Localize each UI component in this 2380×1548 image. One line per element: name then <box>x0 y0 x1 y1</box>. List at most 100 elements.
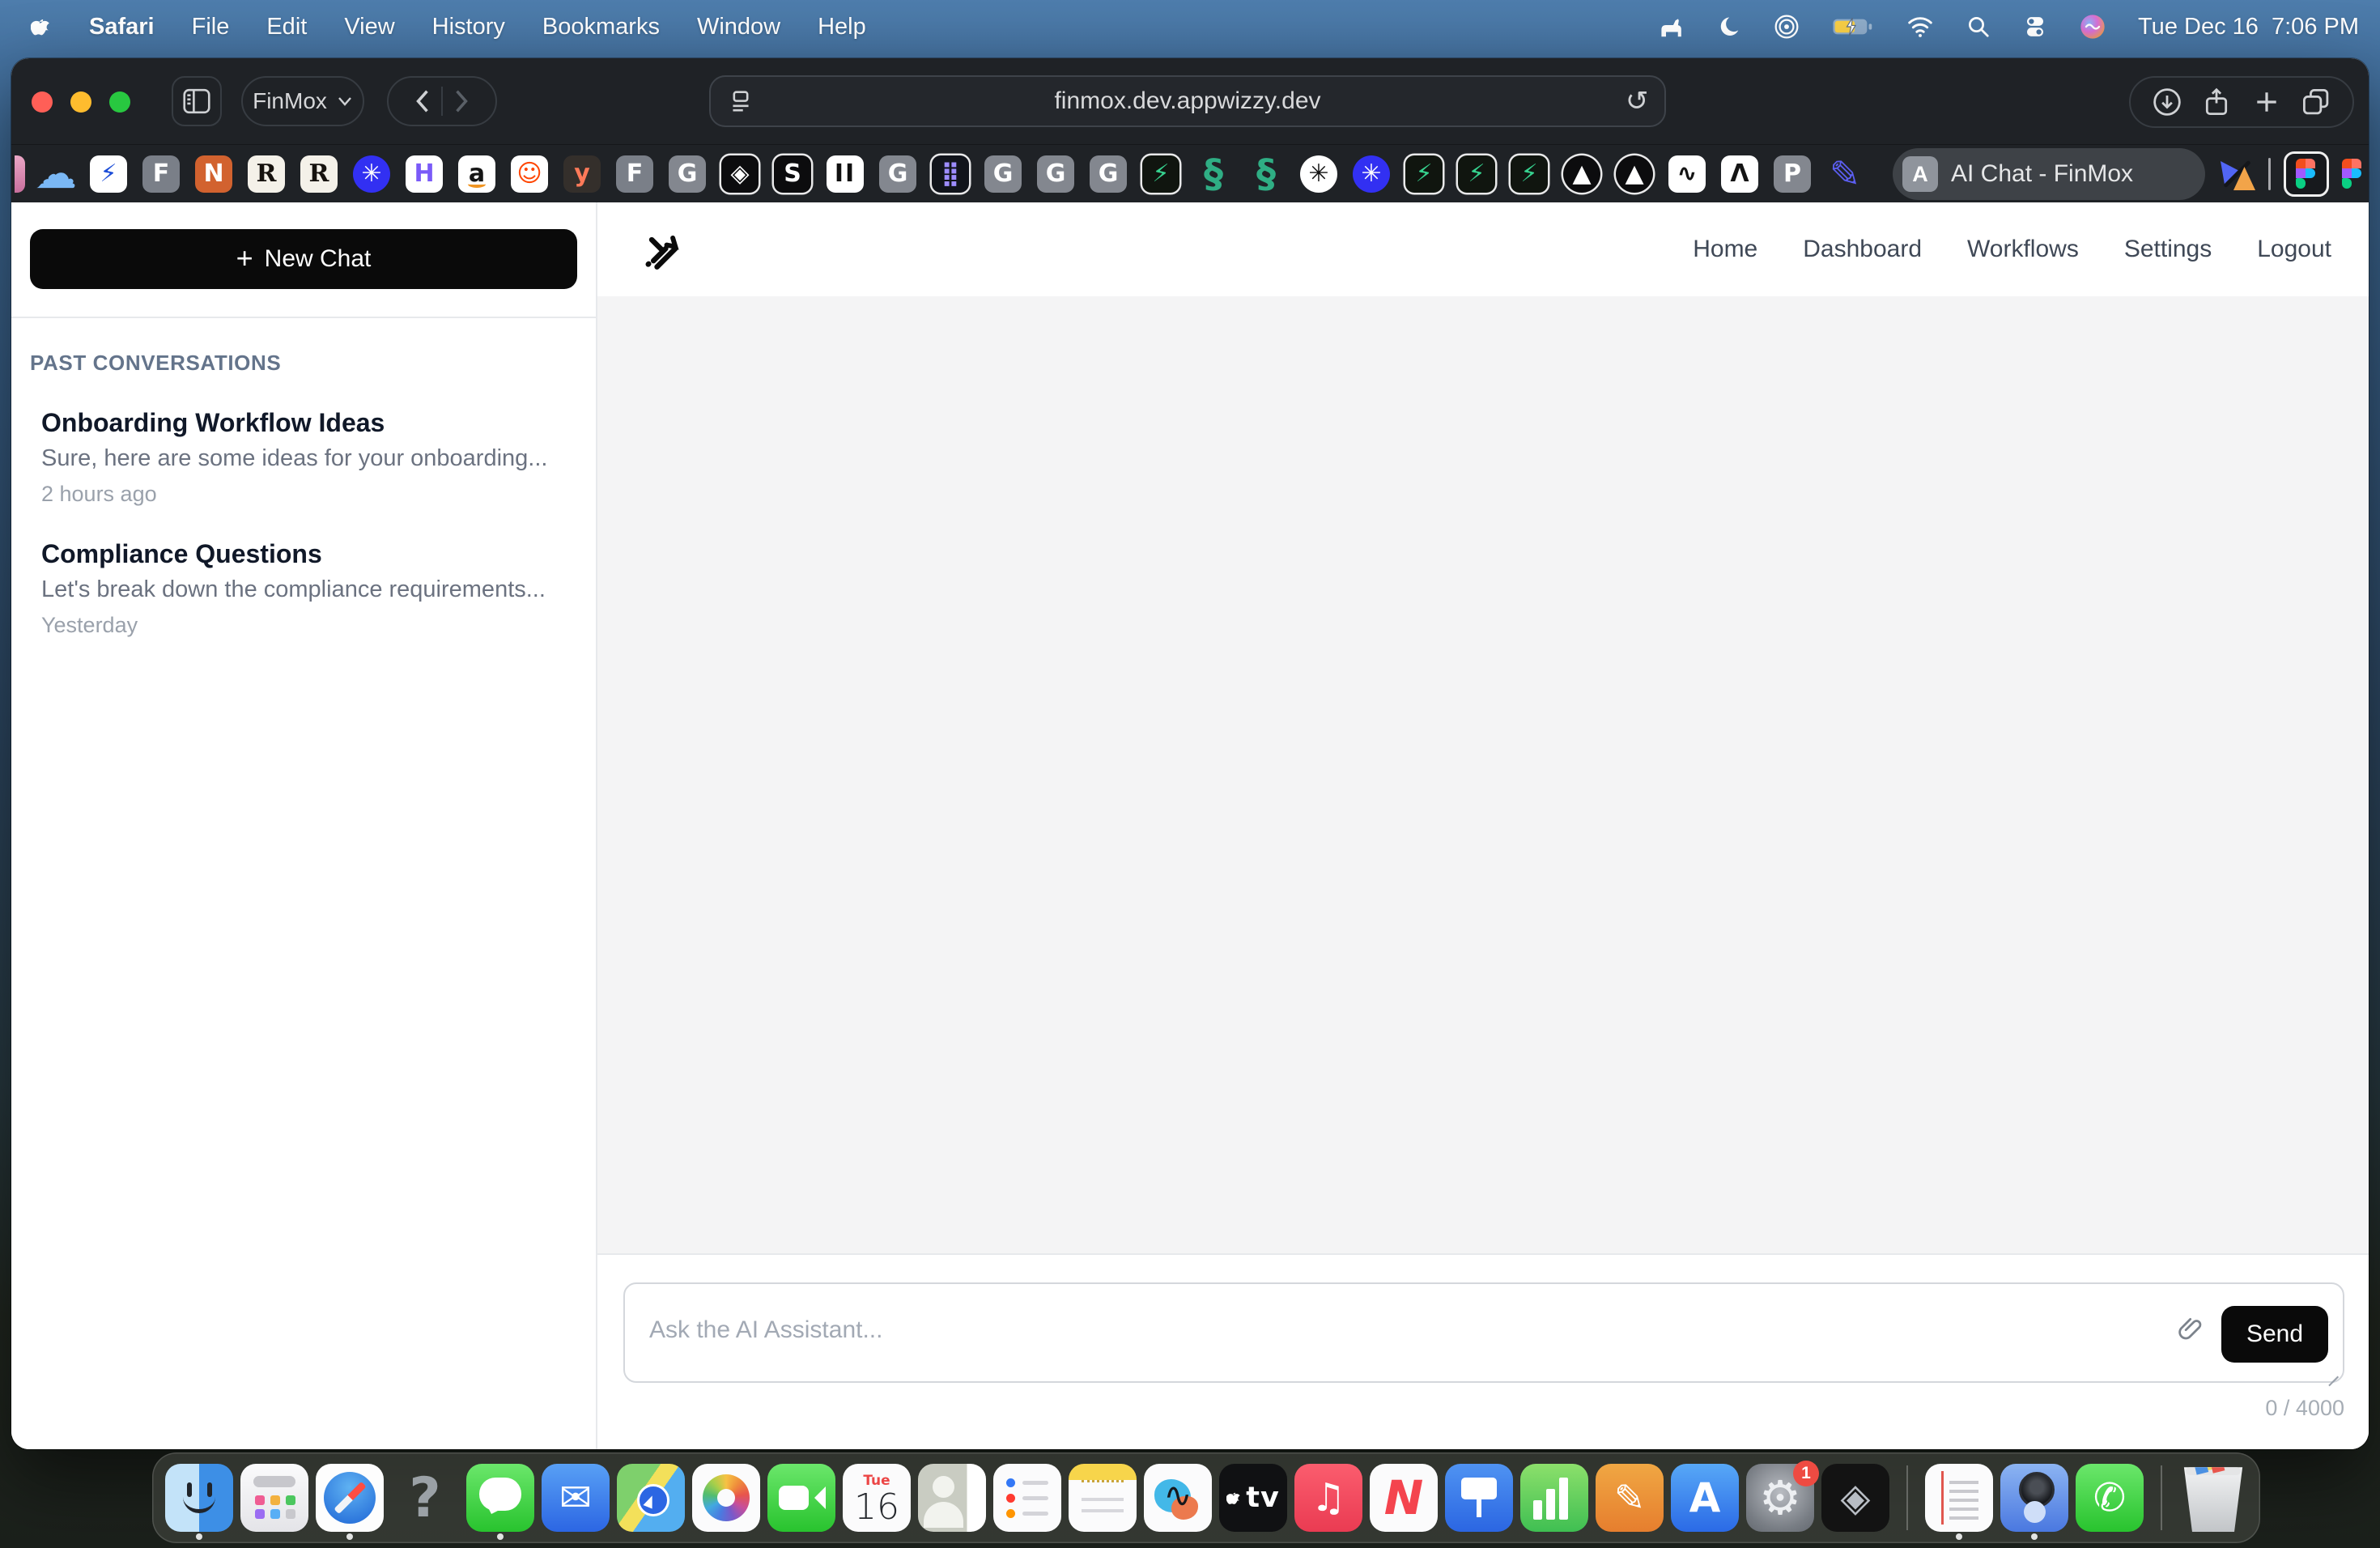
favicon-bolt-green[interactable]: ⚡ <box>1511 155 1548 193</box>
dock-item-finder[interactable] <box>165 1452 233 1543</box>
dock-item-mail[interactable]: ✉ <box>542 1452 610 1543</box>
dock-item-keynote[interactable] <box>1445 1452 1513 1543</box>
zoom-window-button[interactable] <box>109 91 130 113</box>
forward-button[interactable] <box>451 89 472 113</box>
dock-item-app-store[interactable]: A <box>1671 1452 1739 1543</box>
favicon-letter-g[interactable]: G <box>879 155 916 193</box>
dock-item-apple-tv[interactable]: tv <box>1219 1452 1287 1543</box>
moon-icon[interactable] <box>1717 15 1741 39</box>
dock-item-notes[interactable] <box>1069 1452 1137 1543</box>
menu-item-history[interactable]: History <box>432 14 505 40</box>
favicon-letter-s[interactable]: S <box>774 155 811 193</box>
menu-item-file[interactable]: File <box>192 14 230 40</box>
favicon-swoosh[interactable]: ∿ <box>1668 155 1706 193</box>
chat-input[interactable] <box>625 1284 2343 1381</box>
favicon-diamond[interactable]: ◈ <box>721 155 759 193</box>
favicon-letter-r[interactable]: R <box>300 155 338 193</box>
nav-link-workflows[interactable]: Workflows <box>1967 236 2079 263</box>
menu-item-help[interactable]: Help <box>818 14 866 40</box>
search-icon[interactable] <box>1966 15 1991 39</box>
llama-icon[interactable] <box>1657 15 1685 39</box>
favicon-letter-g[interactable]: G <box>1090 155 1127 193</box>
dock-item-maps[interactable] <box>617 1452 685 1543</box>
dock-item-news[interactable]: N <box>1370 1452 1438 1543</box>
send-button[interactable]: Send <box>2221 1306 2328 1363</box>
resize-handle[interactable] <box>2325 1363 2340 1378</box>
favicon-cloud[interactable]: ☁ <box>37 155 74 193</box>
dock-item-calendar[interactable]: Tue16 <box>843 1452 911 1543</box>
dock-item-textedit[interactable] <box>1925 1452 1993 1543</box>
wand-icon[interactable] <box>2220 156 2255 192</box>
minimize-window-button[interactable] <box>70 91 91 113</box>
favicon-openai-blue[interactable]: ✳ <box>1353 155 1390 193</box>
dock-item-photo-booth[interactable] <box>2000 1452 2068 1543</box>
menu-item-view[interactable]: View <box>344 14 394 40</box>
favicon-openai-blue[interactable]: ✳ <box>353 155 390 193</box>
battery-charging-icon[interactable] <box>1832 15 1874 39</box>
downloads-icon[interactable] <box>2152 87 2182 117</box>
dock-item-contacts[interactable] <box>918 1452 986 1543</box>
favicon-triangle-dark[interactable]: ▲ <box>1563 155 1600 193</box>
dock-item-music[interactable]: ♫ <box>1294 1452 1362 1543</box>
favicon-pen[interactable]: ✎ <box>1826 155 1864 193</box>
dock-item-facetime[interactable] <box>767 1452 835 1543</box>
favicon-bolt-green[interactable]: ⚡ <box>1458 155 1495 193</box>
dock-item-pages[interactable]: ✎ <box>1596 1452 1664 1543</box>
active-tab[interactable]: A AI Chat - FinMox <box>1893 148 2205 200</box>
favicon-swirl-green[interactable]: § <box>1195 155 1232 193</box>
new-tab-icon[interactable] <box>2251 87 2282 117</box>
menu-item-edit[interactable]: Edit <box>266 14 307 40</box>
favicon-bolt-green[interactable]: ⚡ <box>1405 155 1443 193</box>
dock-item-reminders[interactable] <box>993 1452 1061 1543</box>
dock-item-phone[interactable]: ✆ <box>2076 1452 2144 1543</box>
favicon-sailboat[interactable]: Λ <box>1721 155 1758 193</box>
conversation-item[interactable]: Compliance QuestionsLet's break down the… <box>30 507 577 638</box>
menu-item-window[interactable]: Window <box>697 14 780 40</box>
favicon-hubspot[interactable]: y <box>563 155 601 193</box>
attachment-icon[interactable] <box>2176 1315 2204 1348</box>
dock-item-missing-app[interactable]: ? <box>391 1452 459 1543</box>
share-icon[interactable] <box>2201 87 2232 117</box>
siri-icon[interactable] <box>2080 14 2106 40</box>
nav-link-logout[interactable]: Logout <box>2257 236 2331 263</box>
wifi-icon[interactable] <box>1906 15 1934 38</box>
address-bar[interactable]: finmox.dev.appwizzy.dev ↻ <box>709 75 1666 127</box>
dock-item-system-settings[interactable]: ⚙1 <box>1746 1452 1814 1543</box>
back-button[interactable] <box>412 89 433 113</box>
favicon-triangle-dark[interactable]: ▲ <box>1616 155 1653 193</box>
dock-item-numbers[interactable] <box>1520 1452 1588 1543</box>
close-window-button[interactable] <box>32 91 53 113</box>
reload-icon[interactable]: ↻ <box>1626 85 1649 117</box>
favicon-letter-p[interactable]: P <box>1774 155 1811 193</box>
figma-icon-active[interactable] <box>2284 151 2329 197</box>
favicon-openai-white[interactable]: ✳ <box>1300 155 1337 193</box>
dock-item-safari[interactable] <box>316 1452 384 1543</box>
conversation-item[interactable]: Onboarding Workflow IdeasSure, here are … <box>30 376 577 507</box>
favicon-pause[interactable]: II <box>827 155 864 193</box>
favicon-letter-h[interactable]: H <box>406 155 443 193</box>
favicon-letter-f[interactable]: F <box>142 155 180 193</box>
control-center-icon[interactable] <box>2023 15 2047 39</box>
dock-item-photos[interactable] <box>692 1452 760 1543</box>
dock-item-trash[interactable] <box>2179 1452 2247 1543</box>
favicon-letter-g[interactable]: G <box>1037 155 1074 193</box>
profile-dropdown[interactable]: FinMox <box>241 76 364 126</box>
airplay-icon[interactable] <box>1774 14 1800 40</box>
favicon-bolt-blue[interactable]: ⚡ <box>90 155 127 193</box>
dock-item-freeform[interactable]: ∿ <box>1144 1452 1212 1543</box>
menu-item-safari[interactable]: Safari <box>89 14 155 40</box>
nav-link-home[interactable]: Home <box>1693 236 1757 263</box>
favicon-letter-n[interactable]: N <box>195 155 232 193</box>
favicon-letter-g[interactable]: G <box>669 155 706 193</box>
nav-link-dashboard[interactable]: Dashboard <box>1803 236 1922 263</box>
favicon-bolt-green[interactable]: ⚡ <box>1142 155 1179 193</box>
favicon-amazon[interactable]: a <box>458 155 495 193</box>
dock-item-launchpad[interactable] <box>240 1452 308 1543</box>
dock-item-prism-app[interactable]: ◈ <box>1821 1452 1889 1543</box>
finmox-logo-icon[interactable] <box>640 228 683 271</box>
nav-link-settings[interactable]: Settings <box>2124 236 2212 263</box>
favicon-reddit[interactable]: ☺ <box>511 155 548 193</box>
page-format-icon[interactable] <box>729 88 753 120</box>
menu-item-bookmarks[interactable]: Bookmarks <box>542 14 660 40</box>
new-chat-button[interactable]: + New Chat <box>30 229 577 289</box>
